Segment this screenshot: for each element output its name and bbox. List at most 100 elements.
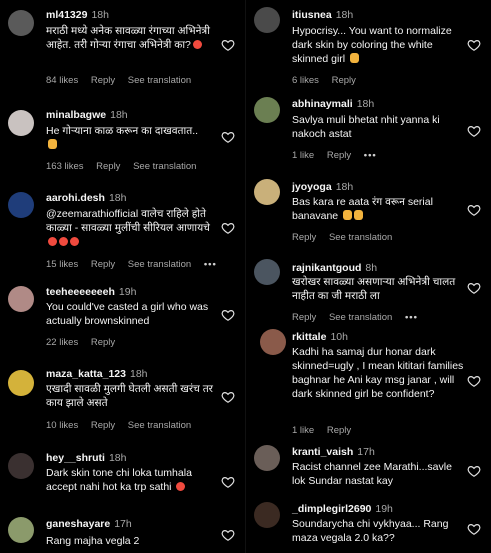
comment-username[interactable]: ml41329 18h	[46, 9, 109, 21]
comment-text: You could've casted a girl who was actua…	[46, 301, 209, 327]
reply-button[interactable]: Reply	[96, 161, 120, 172]
heart-icon[interactable]	[221, 390, 235, 404]
comments-column-right: itiusnea 18h Hypocrisy... You want to nor…	[246, 0, 491, 553]
comment-username[interactable]: rkittale 10h	[292, 331, 348, 343]
avatar[interactable]	[8, 10, 34, 36]
comment-username[interactable]: _dimplegirl2690 19h	[292, 503, 393, 515]
avatar[interactable]	[254, 97, 280, 123]
reply-button[interactable]: Reply	[91, 75, 115, 86]
comment-time: 19h	[375, 503, 393, 515]
comment-time: 18h	[335, 181, 354, 193]
comment-actions: 15 likes Reply See translation •••	[46, 259, 227, 270]
comment-actions: 1 like Reply	[292, 425, 361, 436]
likes-count[interactable]: 15 likes	[46, 259, 78, 270]
comment-text: Hypocrisy... You want to normalize dark …	[292, 25, 452, 65]
avatar[interactable]	[8, 453, 34, 479]
avatar[interactable]	[8, 110, 34, 136]
see-translation-link[interactable]: See translation	[133, 161, 196, 172]
comment-time: 18h	[91, 9, 109, 21]
avatar[interactable]	[8, 286, 34, 312]
heart-icon[interactable]	[221, 38, 235, 52]
more-options-icon[interactable]: •••	[405, 312, 418, 323]
emoji-icon	[192, 40, 202, 49]
avatar[interactable]	[254, 7, 280, 33]
reply-button[interactable]: Reply	[327, 150, 351, 161]
likes-count[interactable]: 22 likes	[46, 337, 78, 348]
comment-text: Kadhi ha samaj dur honar dark skinned=ug…	[292, 346, 464, 400]
comment-text: @zeemarathiofficial वालेच राहिले होते का…	[46, 207, 218, 249]
heart-icon[interactable]	[221, 221, 235, 235]
comment-actions: 6 likes Reply	[292, 75, 366, 86]
avatar[interactable]	[260, 329, 286, 355]
comment-item: hey__shruti 18h Dark skin tone chi loka t…	[0, 445, 245, 507]
emoji-icon	[354, 210, 364, 220]
avatar[interactable]	[8, 370, 34, 396]
avatar[interactable]	[254, 445, 280, 471]
likes-count[interactable]: 84 likes	[46, 75, 78, 86]
likes-count[interactable]: 1 like	[292, 150, 314, 161]
comment-username[interactable]: maza_katta_123 18h	[46, 368, 148, 380]
comment-username[interactable]: abhinaymali 18h	[292, 98, 374, 110]
see-translation-link[interactable]: See translation	[329, 312, 392, 323]
likes-count[interactable]: 6 likes	[292, 75, 319, 86]
comment-item: abhinaymali 18h Savlya muli bhetat nhit y…	[246, 92, 491, 172]
comment-username[interactable]: hey__shruti 18h	[46, 452, 126, 464]
comment-actions: 84 likes Reply See translation	[46, 75, 201, 86]
comment-item: itiusnea 18h Hypocrisy... You want to nor…	[246, 0, 491, 92]
reply-button[interactable]: Reply	[292, 232, 316, 243]
heart-icon[interactable]	[221, 130, 235, 144]
see-translation-link[interactable]: See translation	[128, 75, 191, 86]
comment-actions: 163 likes Reply See translation	[46, 161, 206, 172]
more-options-icon[interactable]: •••	[364, 150, 377, 161]
heart-icon[interactable]	[467, 522, 481, 536]
heart-icon[interactable]	[221, 308, 235, 322]
heart-icon[interactable]	[467, 281, 481, 295]
comment-username[interactable]: kranti_vaish 17h	[292, 446, 375, 458]
heart-icon[interactable]	[221, 528, 235, 542]
comment-username[interactable]: ganeshayare 17h	[46, 518, 132, 530]
likes-count[interactable]: 1 like	[292, 425, 314, 436]
avatar[interactable]	[254, 259, 280, 285]
comment-time: 18h	[108, 452, 127, 464]
heart-icon[interactable]	[467, 464, 481, 478]
comment-username[interactable]: itiusnea 18h	[292, 9, 353, 21]
emoji-icon	[59, 237, 68, 246]
avatar[interactable]	[8, 192, 34, 218]
emoji-icon	[350, 53, 360, 63]
reply-button[interactable]: Reply	[91, 337, 115, 348]
comment-actions: Reply See translation •••	[292, 312, 428, 323]
comment-actions: 22 likes Reply	[46, 337, 125, 348]
see-translation-link[interactable]: See translation	[128, 420, 191, 431]
heart-icon[interactable]	[467, 374, 481, 388]
heart-icon[interactable]	[467, 203, 481, 217]
avatar[interactable]	[254, 502, 280, 528]
comment-username[interactable]: teeheeeeeeeh 19h	[46, 286, 136, 298]
comment-username[interactable]: jyoyoga 18h	[292, 181, 353, 193]
heart-icon[interactable]	[467, 124, 481, 138]
see-translation-link[interactable]: See translation	[329, 232, 392, 243]
more-options-icon[interactable]: •••	[204, 259, 217, 270]
likes-count[interactable]: 10 likes	[46, 420, 78, 431]
reply-button[interactable]: Reply	[332, 75, 356, 86]
heart-icon[interactable]	[467, 38, 481, 52]
reply-button[interactable]: Reply	[91, 259, 115, 270]
comment-text: Soundarycha chi vykhyaa... Rang maza veg…	[292, 518, 449, 544]
comment-text: Savlya muli bhetat nhit yanna ki nakoch …	[292, 114, 440, 140]
likes-count[interactable]: 163 likes	[46, 161, 84, 172]
comment-username[interactable]: rajnikantgoud 8h	[292, 262, 377, 274]
comment-item: jyoyoga 18h Bas kara re aata रंग वरून ser…	[246, 175, 491, 247]
comment-item: rajnikantgoud 8h खरोखर सावळ्या असणाऱ्या अ…	[246, 255, 491, 325]
comment-item: maza_katta_123 18h एखादी सावळी मुलगी घेतल…	[0, 362, 245, 442]
emoji-icon	[48, 237, 57, 246]
comment-username[interactable]: minalbagwe 18h	[46, 109, 128, 121]
avatar[interactable]	[254, 179, 280, 205]
emoji-icon	[176, 482, 186, 491]
reply-button[interactable]: Reply	[327, 425, 351, 436]
reply-button[interactable]: Reply	[292, 312, 316, 323]
avatar[interactable]	[8, 517, 34, 543]
see-translation-link[interactable]: See translation	[128, 259, 191, 270]
heart-icon[interactable]	[221, 475, 235, 489]
comment-time: 17h	[357, 446, 375, 458]
reply-button[interactable]: Reply	[91, 420, 115, 431]
comment-username[interactable]: aarohi.desh 18h	[46, 192, 126, 204]
